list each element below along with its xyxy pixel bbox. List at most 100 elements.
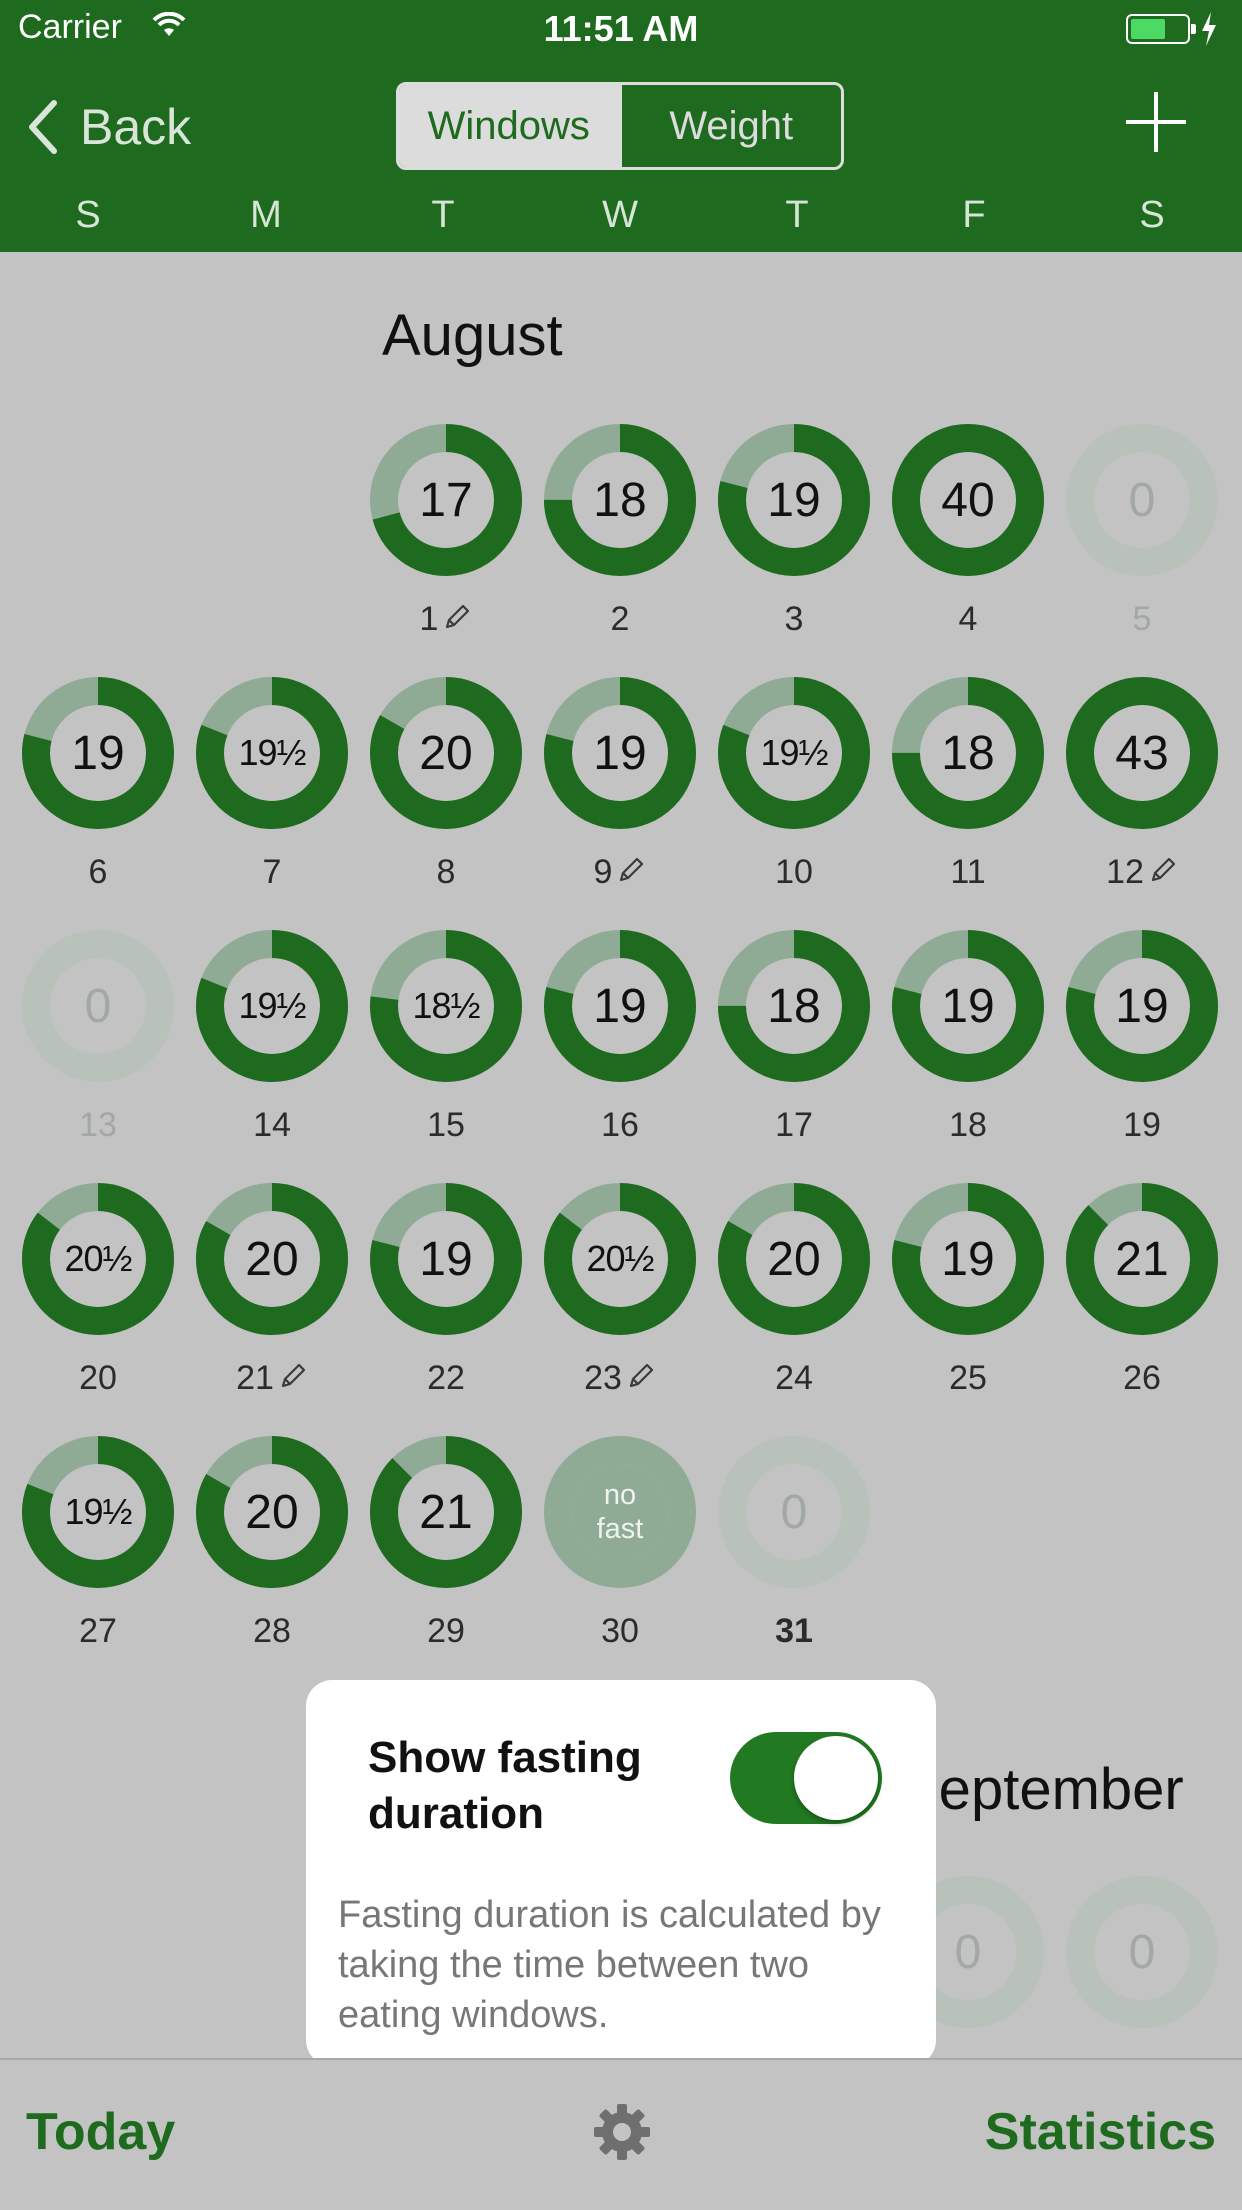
show-duration-toggle[interactable] xyxy=(730,1732,882,1824)
day-cell[interactable]: 19½ 10 xyxy=(718,677,870,907)
day-number-text: 8 xyxy=(436,853,456,891)
day-cell[interactable]: 40 4 xyxy=(892,424,1044,654)
weekday-label: S xyxy=(75,194,101,236)
gear-icon[interactable] xyxy=(592,2102,652,2162)
fast-hours-label: 0 xyxy=(1128,473,1156,527)
fast-hours-label: 40 xyxy=(941,473,995,527)
fast-hours-label: 20 xyxy=(245,1485,299,1539)
plus-icon[interactable] xyxy=(1126,92,1186,152)
fast-hours-label: no fast xyxy=(596,1479,644,1545)
day-cell[interactable]: 20 28 xyxy=(196,1436,348,1666)
day-number-text: 2 xyxy=(610,600,630,638)
day-number: 1 xyxy=(370,600,522,639)
day-number-text: 19 xyxy=(1123,1106,1161,1144)
day-cell[interactable]: 18 11 xyxy=(892,677,1044,907)
day-cell[interactable]: no fast 30 xyxy=(544,1436,696,1666)
day-cell[interactable]: 19 19 xyxy=(1066,930,1218,1160)
day-cell[interactable]: 18 2 xyxy=(544,424,696,654)
back-label: Back xyxy=(80,99,192,155)
day-cell[interactable]: 19½ 7 xyxy=(196,677,348,907)
day-cell[interactable]: 18 17 xyxy=(718,930,870,1160)
day-number: 13 xyxy=(22,1106,174,1145)
day-cell[interactable]: 19 25 xyxy=(892,1183,1044,1413)
weekday-header: S M T W T F S xyxy=(0,194,1242,244)
popover-description: Fasting duration is calculated by taking… xyxy=(338,1894,881,2036)
pencil-icon xyxy=(446,604,470,629)
fast-hours-label: 19 xyxy=(941,979,995,1033)
fast-hours-label: 19 xyxy=(941,1232,995,1286)
day-number-text: 9 xyxy=(593,853,613,891)
day-number: 5 xyxy=(1066,600,1218,639)
day-cell[interactable]: 18½ 15 xyxy=(370,930,522,1160)
fast-hours-label: 0 xyxy=(780,1485,808,1539)
fast-hours-label: 19 xyxy=(1115,979,1169,1033)
day-cell[interactable]: 19 18 xyxy=(892,930,1044,1160)
settings-popover: Show fasting duration Fasting duration i… xyxy=(306,1680,936,2088)
fast-hours-label: 21 xyxy=(419,1485,473,1539)
weekday-label: T xyxy=(431,194,455,236)
day-cell[interactable]: 19 22 xyxy=(370,1183,522,1413)
day-number: 15 xyxy=(370,1106,522,1145)
day-cell[interactable]: 19 3 xyxy=(718,424,870,654)
day-cell[interactable]: 0 31 xyxy=(718,1436,870,1666)
day-number-text: 6 xyxy=(88,853,108,891)
today-button[interactable]: Today xyxy=(26,2102,175,2162)
back-button[interactable]: Back xyxy=(28,92,191,162)
day-cell[interactable]: 21 29 xyxy=(370,1436,522,1666)
day-number: 30 xyxy=(544,1612,696,1651)
day-number-text: 25 xyxy=(949,1359,987,1397)
day-cell[interactable]: 19½ 14 xyxy=(196,930,348,1160)
day-number: 17 xyxy=(718,1106,870,1145)
weekday-label: F xyxy=(962,194,986,236)
day-cell[interactable]: 20 24 xyxy=(718,1183,870,1413)
toggle-knob xyxy=(794,1736,878,1820)
day-number-text: 15 xyxy=(427,1106,465,1144)
day-cell[interactable]: 17 1 xyxy=(370,424,522,654)
pencil-icon xyxy=(1151,857,1176,882)
day-cell[interactable]: 05 xyxy=(1066,424,1218,654)
day-cell[interactable]: 19 9 xyxy=(544,677,696,907)
day-cell[interactable]: 20 8 xyxy=(370,677,522,907)
day-number-text: 24 xyxy=(775,1359,813,1397)
day-cell[interactable]: 20½ 20 xyxy=(22,1183,174,1413)
day-number-text: 5 xyxy=(1132,600,1152,638)
day-number: 6 xyxy=(22,853,174,892)
fast-hours-label: 20½ xyxy=(64,1238,132,1279)
day-number: 23 xyxy=(544,1359,696,1398)
tab-bar: Today Statistics xyxy=(0,2058,1242,2210)
day-number: 20 xyxy=(22,1359,174,1398)
day-number: 26 xyxy=(1066,1359,1218,1398)
segment-windows[interactable]: Windows xyxy=(399,85,619,167)
fast-hours-label: 17 xyxy=(419,473,473,527)
day-cell[interactable]: 20½ 23 xyxy=(544,1183,696,1413)
next-month-title: September xyxy=(900,1757,1184,1822)
fast-hours-label: 20 xyxy=(767,1232,821,1286)
day-number: 3 xyxy=(718,600,870,639)
day-cell[interactable]: 20 21 xyxy=(196,1183,348,1413)
navigation-bar: Back Windows Weight S M T W T F S xyxy=(0,62,1242,252)
fast-hours-label: 19½ xyxy=(238,732,306,773)
fast-hours-label: 20½ xyxy=(586,1238,654,1279)
day-cell[interactable]: 19 16 xyxy=(544,930,696,1160)
day-number-text: 7 xyxy=(262,853,282,891)
fast-hours-label: 19 xyxy=(419,1232,473,1286)
day-number-text: 12 xyxy=(1106,853,1144,891)
day-number-text: 28 xyxy=(253,1612,291,1650)
weekday-label: W xyxy=(602,194,638,236)
segment-weight[interactable]: Weight xyxy=(618,85,842,167)
day-number: 27 xyxy=(22,1612,174,1651)
day-cell[interactable]: 0 13 xyxy=(22,930,174,1160)
day-number: 25 xyxy=(892,1359,1044,1398)
day-number-text: 4 xyxy=(958,600,978,638)
day-number-text: 3 xyxy=(784,600,804,638)
fast-hours-label: 19 xyxy=(593,726,647,780)
fast-hours-label: 18 xyxy=(767,979,821,1033)
charging-bolt-icon xyxy=(1202,12,1216,46)
pencil-icon xyxy=(629,1363,654,1388)
statistics-button[interactable]: Statistics xyxy=(985,2102,1216,2162)
day-cell[interactable]: 19½ 27 xyxy=(22,1436,174,1666)
day-number: 10 xyxy=(718,853,870,892)
day-cell[interactable]: 21 26 xyxy=(1066,1183,1218,1413)
day-cell[interactable]: 43 12 xyxy=(1066,677,1218,907)
day-cell[interactable]: 19 6 xyxy=(22,677,174,907)
